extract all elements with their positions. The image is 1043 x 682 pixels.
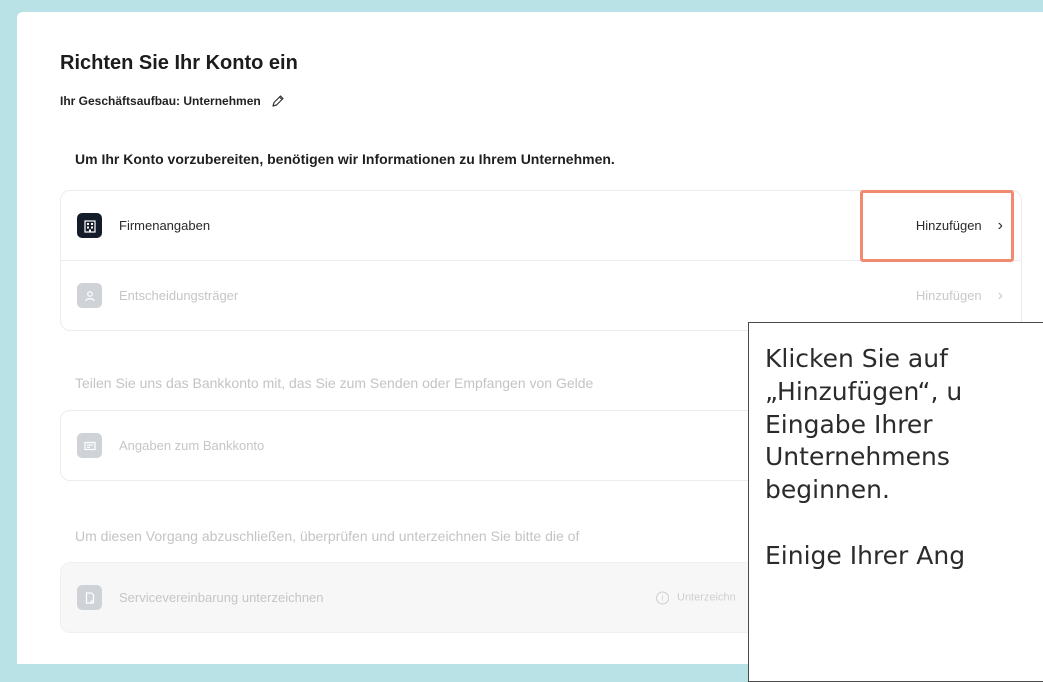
info-icon: i (656, 591, 669, 604)
signature-status: i Unterzeichn (656, 591, 736, 604)
service-agreement-label: Servicevereinbarung unterzeichnen (119, 590, 324, 605)
tooltip-line: „Hinzufügen“, u (765, 376, 963, 406)
tooltip-line: Unternehmens (765, 442, 950, 472)
decision-makers-row[interactable]: Entscheidungsträger Hinzufügen › (61, 260, 1021, 330)
tooltip-paragraph-2: Einige Ihrer Ang (765, 540, 1043, 573)
bank-card-icon (77, 433, 102, 458)
tooltip-paragraph-1: Klicken Sie auf „Hinzufügen“, u Eingabe … (765, 343, 1043, 507)
business-structure-line: Ihr Geschäftsaufbau: Unternehmen (60, 94, 285, 108)
business-structure-label: Ihr Geschäftsaufbau: Unternehmen (60, 94, 261, 108)
decision-makers-label: Entscheidungsträger (119, 288, 239, 303)
tooltip-line: Einige Ihrer Ang (765, 540, 966, 570)
add-label: Hinzufügen (915, 288, 982, 303)
signature-status-text: Unterzeichn (677, 591, 736, 604)
sign-section-description: Um diesen Vorgang abzuschließen, überprü… (75, 528, 580, 544)
highlight-box (860, 190, 1014, 262)
building-icon (77, 213, 102, 238)
document-icon (77, 585, 102, 610)
tooltip-line: beginnen. (765, 475, 890, 504)
chevron-right-icon: › (997, 286, 1003, 304)
bank-section-description: Teilen Sie uns das Bankkonto mit, das Si… (75, 375, 594, 391)
guide-tooltip: Klicken Sie auf „Hinzufügen“, u Eingabe … (748, 322, 1043, 682)
page-title: Richten Sie Ihr Konto ein (60, 52, 298, 74)
decision-makers-add-button[interactable]: Hinzufügen › (916, 287, 1003, 305)
company-details-label: Firmenangaben (119, 218, 211, 233)
company-section-description: Um Ihr Konto vorzubereiten, benötigen wi… (75, 151, 615, 167)
tooltip-line: Eingabe Ihrer (765, 409, 933, 439)
bank-details-label: Angaben zum Bankkonto (119, 438, 265, 453)
tooltip-line: Klicken Sie auf (765, 344, 948, 373)
person-icon (77, 283, 102, 308)
pencil-icon[interactable] (271, 94, 285, 108)
